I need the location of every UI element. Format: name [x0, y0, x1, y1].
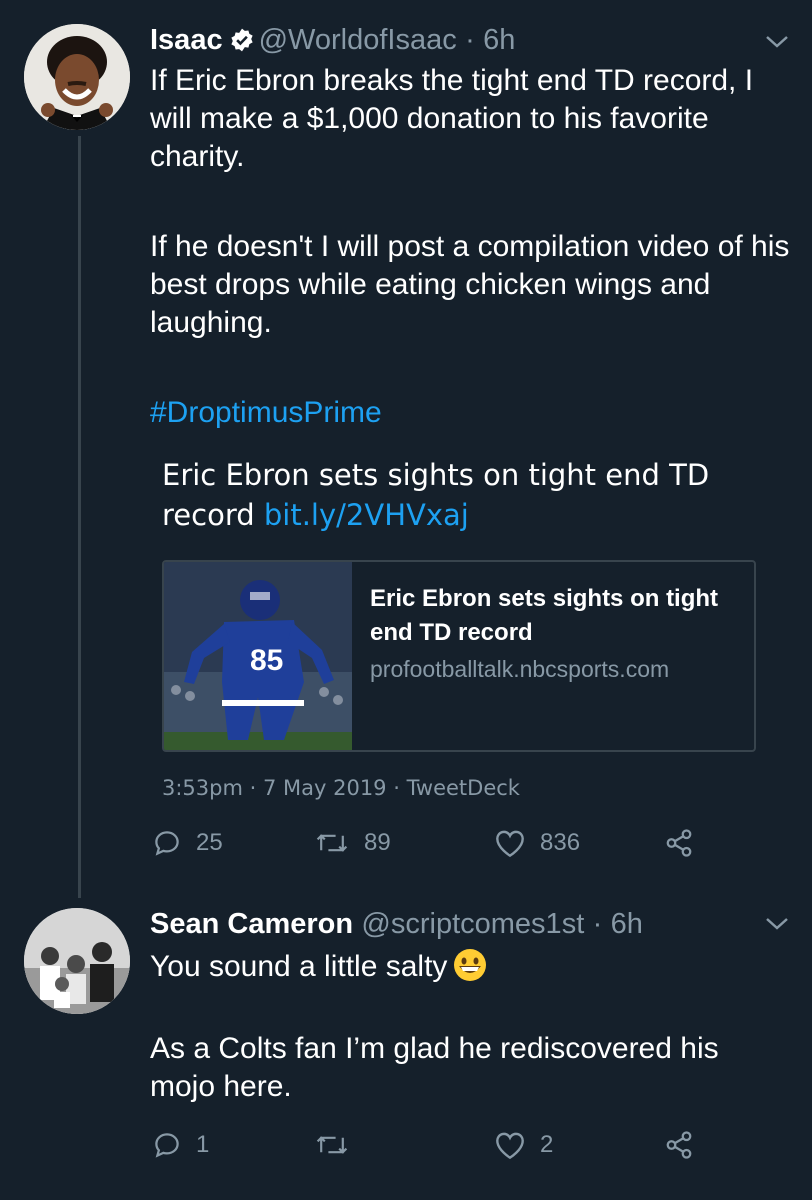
tweet-text: You sound a little salty: [150, 950, 448, 983]
author-handle[interactable]: @scriptcomes1st: [361, 908, 584, 940]
card-domain: profootballtalk.nbcsports.com: [370, 656, 670, 682]
grinning-emoji-icon: [453, 948, 487, 992]
share-icon: [666, 829, 692, 857]
like-button[interactable]: 2: [494, 1130, 553, 1160]
tweet-text-paragraph: As a Colts fan I’m glad he rediscovered …: [150, 1032, 719, 1103]
author-handle[interactable]: @WorldofIsaac: [259, 24, 457, 56]
like-icon: [496, 1132, 524, 1160]
timestamp[interactable]: 6h: [483, 24, 515, 56]
share-icon: [666, 1131, 692, 1159]
card-title: Eric Ebron sets sights on tight end TD r…: [370, 585, 719, 646]
reply-icon: [155, 831, 179, 856]
reply-button[interactable]: 1: [152, 1130, 209, 1160]
card-thumbnail: 85: [164, 562, 352, 750]
reply-icon: [155, 1133, 179, 1158]
retweet-button[interactable]: [314, 1130, 364, 1160]
link-preview-card[interactable]: 85 Eric Ebron sets sights on tight end T…: [162, 560, 756, 752]
author-name[interactable]: Isaac: [150, 24, 223, 56]
hashtag-link[interactable]: #DroptimusPrime: [150, 394, 382, 432]
separator: ·: [465, 24, 475, 56]
reply-count: 25: [196, 829, 223, 856]
retweet-icon: [316, 1136, 348, 1154]
avatar[interactable]: [24, 24, 130, 130]
author-name[interactable]: Sean Cameron: [150, 908, 353, 940]
thread-connector-line: [78, 136, 81, 898]
chevron-down-icon[interactable]: [764, 916, 790, 937]
avatar[interactable]: [24, 908, 130, 1014]
reply-count: 1: [196, 1131, 210, 1158]
share-button[interactable]: [664, 828, 708, 858]
svg-text:85: 85: [250, 644, 283, 677]
share-button[interactable]: [664, 1130, 708, 1160]
tweet-text-paragraph: If Eric Ebron breaks the tight end TD re…: [150, 64, 754, 173]
retweet-button[interactable]: 89: [314, 828, 391, 858]
tweet-text-paragraph: You sound a little salty: [150, 948, 790, 992]
retweet-count: 89: [364, 829, 391, 856]
retweet-icon: [316, 834, 348, 852]
quoted-headline: Eric Ebron sets sights on tight end TD r…: [162, 455, 762, 535]
tweet-text-paragraph: If he doesn't I will post a compilation …: [150, 230, 790, 339]
tweet-header: Sean Cameron @scriptcomes1st · 6h: [150, 906, 643, 942]
timestamp[interactable]: 6h: [611, 908, 643, 940]
reply-button[interactable]: 25: [152, 828, 223, 858]
quoted-meta: 3:53pm · 7 May 2019 · TweetDeck: [162, 776, 520, 800]
short-link[interactable]: bit.ly/2VHVxaj: [264, 498, 469, 532]
verified-badge-icon: [229, 26, 255, 62]
chevron-down-icon[interactable]: [764, 34, 790, 55]
tweet-header: Isaac @WorldofIsaac · 6h: [150, 22, 515, 62]
like-count: 2: [540, 1131, 554, 1158]
like-button[interactable]: 836: [494, 828, 580, 858]
separator: ·: [592, 908, 603, 940]
like-icon: [496, 830, 524, 858]
like-count: 836: [540, 829, 581, 856]
